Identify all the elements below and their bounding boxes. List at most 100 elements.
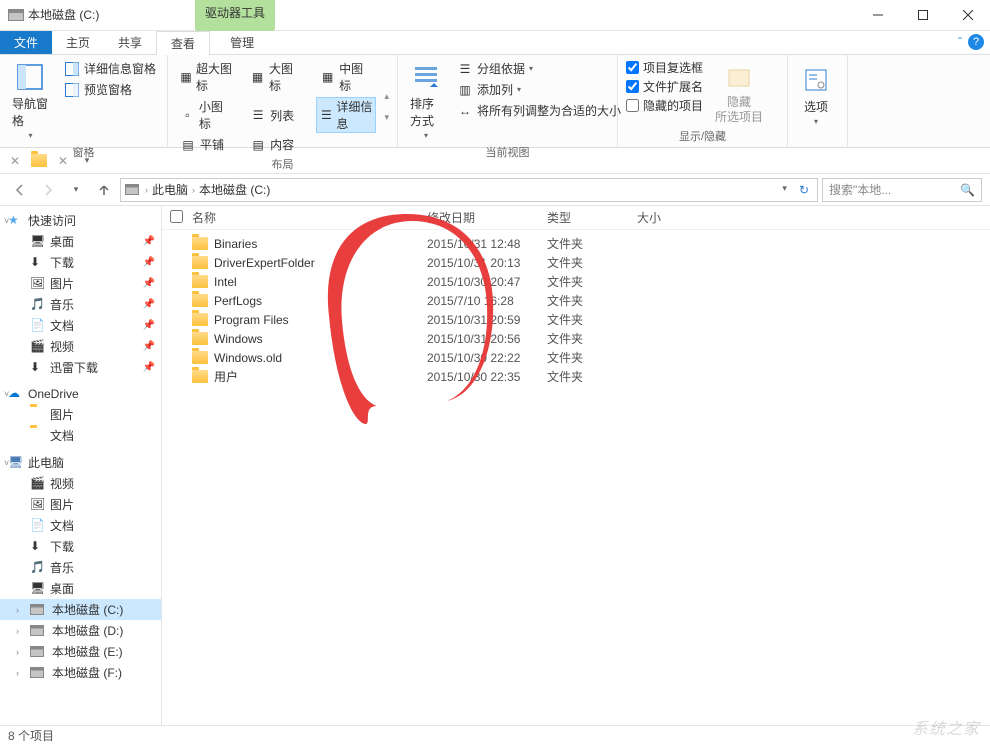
nav-this-pc[interactable]: ˅🖥此电脑: [0, 452, 161, 473]
view-xl-icons[interactable]: ▦超大图标: [176, 59, 236, 95]
nav-quick-item[interactable]: 📄文档📌: [0, 315, 161, 336]
nav-onedrive-item[interactable]: 图片: [0, 404, 161, 425]
folder-icon: [192, 351, 208, 364]
crumb-pc[interactable]: 此电脑: [150, 181, 190, 198]
refresh-icon[interactable]: ↻: [795, 183, 813, 197]
nav-drive-item[interactable]: ›本地磁盘 (D:): [0, 620, 161, 641]
chevron-right-icon[interactable]: ›: [192, 185, 195, 195]
back-icon[interactable]: ✕: [6, 152, 24, 170]
nav-quick-item[interactable]: 🎵音乐📌: [0, 294, 161, 315]
tab-home[interactable]: 主页: [52, 31, 104, 54]
nav-pc-item[interactable]: ⬇下载: [0, 536, 161, 557]
view-l-icons[interactable]: ▦大图标: [246, 59, 306, 95]
file-row[interactable]: Windows.old2015/10/30 22:22文件夹: [162, 348, 990, 367]
item-icon: 🖥: [30, 234, 46, 250]
nav-quick-item[interactable]: 🖥桌面📌: [0, 231, 161, 252]
file-row[interactable]: 用户2015/10/30 22:35文件夹: [162, 367, 990, 386]
view-s-icons[interactable]: ▫小图标: [176, 97, 236, 133]
context-tab-drive-tools[interactable]: 驱动器工具: [195, 0, 275, 31]
dropdown-icon[interactable]: ▾: [78, 152, 96, 170]
xl-icons-icon: ▦: [180, 69, 192, 85]
nav-quick-item[interactable]: ⬇下载📌: [0, 252, 161, 273]
folder-icon: [192, 332, 208, 345]
nav-onedrive-item[interactable]: 文档: [0, 425, 161, 446]
add-columns-button[interactable]: ▥添加列 ▾: [454, 80, 624, 99]
folder-icon: [192, 256, 208, 269]
nav-pc-item[interactable]: 🎬视频: [0, 473, 161, 494]
file-row[interactable]: Windows2015/10/31 20:56文件夹: [162, 329, 990, 348]
detail-pane-button[interactable]: 详细信息窗格: [61, 59, 159, 78]
l-icons-icon: ▦: [250, 69, 265, 85]
hide-selected-button[interactable]: 隐藏 所选项目: [711, 59, 767, 126]
maximize-button[interactable]: [900, 0, 945, 29]
nav-onedrive[interactable]: ˅☁OneDrive: [0, 384, 161, 404]
forward-button[interactable]: [36, 178, 60, 202]
fit-columns-button[interactable]: ↔将所有列调整为合适的大小: [454, 101, 624, 120]
tab-manage[interactable]: 管理: [216, 31, 268, 54]
view-content[interactable]: ▤内容: [246, 135, 306, 154]
view-details[interactable]: ☰详细信息: [316, 97, 376, 133]
nav-drive-item[interactable]: ›本地磁盘 (F:): [0, 662, 161, 683]
col-date[interactable]: 修改日期: [427, 209, 547, 226]
col-type[interactable]: 类型: [547, 209, 637, 226]
navigation-pane[interactable]: ˅★快速访问 🖥桌面📌⬇下载📌🖼图片📌🎵音乐📌📄文档📌🎬视频📌⬇迅雷下载📌 ˅☁…: [0, 206, 162, 725]
nav-quick-item[interactable]: 🎬视频📌: [0, 336, 161, 357]
help-icon[interactable]: ?: [968, 34, 984, 50]
nav-quick-access[interactable]: ˅★快速访问: [0, 210, 161, 231]
nav-drive-item[interactable]: ›本地磁盘 (C:): [0, 599, 161, 620]
nav-quick-item[interactable]: 🖼图片📌: [0, 273, 161, 294]
col-size[interactable]: 大小: [637, 209, 717, 226]
file-ext-toggle[interactable]: 文件扩展名: [626, 78, 703, 95]
folder-icon: [192, 275, 208, 288]
search-input[interactable]: 搜索"本地... 🔍: [822, 178, 982, 202]
file-row[interactable]: PerfLogs2015/7/10 16:28文件夹: [162, 291, 990, 310]
minimize-button[interactable]: [855, 0, 900, 29]
col-name[interactable]: 名称: [192, 209, 427, 226]
nav-drive-item[interactable]: ›本地磁盘 (E:): [0, 641, 161, 662]
drive-icon: [30, 646, 44, 657]
chevron-right-icon[interactable]: ›: [145, 185, 148, 195]
file-row[interactable]: DriverExpertFolder2015/10/31 20:13文件夹: [162, 253, 990, 272]
view-m-icons[interactable]: ▦中图标: [316, 59, 376, 95]
back-button[interactable]: [8, 178, 32, 202]
preview-pane-icon: [64, 82, 80, 98]
pin-icon: 📌: [143, 278, 155, 289]
tab-file[interactable]: 文件: [0, 31, 52, 54]
close-button[interactable]: [945, 0, 990, 29]
breadcrumb-box[interactable]: › 此电脑 › 本地磁盘 (C:) ▾ ↻: [120, 178, 818, 202]
file-row[interactable]: Program Files2015/10/31 20:59文件夹: [162, 310, 990, 329]
item-icon: 🎵: [30, 560, 46, 576]
folder-icon: [30, 428, 46, 444]
nav-quick-item[interactable]: ⬇迅雷下载📌: [0, 357, 161, 378]
file-row[interactable]: Binaries2015/10/31 12:48文件夹: [162, 234, 990, 253]
column-headers[interactable]: 名称 修改日期 类型 大小: [162, 206, 990, 230]
collapse-ribbon-icon[interactable]: ˆ: [958, 35, 962, 49]
delete-icon[interactable]: ✕: [54, 152, 72, 170]
tiles-icon: ▤: [180, 137, 196, 153]
file-row[interactable]: Intel2015/10/30 20:47文件夹: [162, 272, 990, 291]
view-list[interactable]: ☰列表: [246, 97, 306, 133]
options-button[interactable]: 选项 ▾: [796, 59, 836, 130]
folder-icon[interactable]: [30, 152, 48, 170]
recent-button[interactable]: ▾: [64, 178, 88, 202]
select-all-checkbox[interactable]: [170, 210, 183, 223]
crumb-drive[interactable]: 本地磁盘 (C:): [197, 181, 272, 198]
group-by-button[interactable]: ☰分组依据 ▾: [454, 59, 624, 78]
hidden-items-toggle[interactable]: 隐藏的项目: [626, 97, 703, 114]
sort-button[interactable]: 排序方式 ▾: [406, 59, 446, 142]
nav-pc-item[interactable]: 🖼图片: [0, 494, 161, 515]
nav-pc-item[interactable]: 🖥桌面: [0, 578, 161, 599]
dropdown-icon[interactable]: ▾: [776, 183, 793, 197]
tab-share[interactable]: 共享: [104, 31, 156, 54]
s-icons-icon: ▫: [180, 107, 195, 123]
details-icon: ☰: [320, 107, 332, 123]
nav-pane-button[interactable]: 导航窗格 ▾: [8, 59, 53, 142]
nav-pc-item[interactable]: 🎵音乐: [0, 557, 161, 578]
up-button[interactable]: [92, 178, 116, 202]
preview-pane-button[interactable]: 预览窗格: [61, 80, 159, 99]
nav-pc-item[interactable]: 📄文档: [0, 515, 161, 536]
folder-icon: [192, 370, 208, 383]
item-checkboxes-toggle[interactable]: 项目复选框: [626, 59, 703, 76]
view-tiles[interactable]: ▤平铺: [176, 135, 236, 154]
tab-view[interactable]: 查看: [156, 31, 210, 55]
